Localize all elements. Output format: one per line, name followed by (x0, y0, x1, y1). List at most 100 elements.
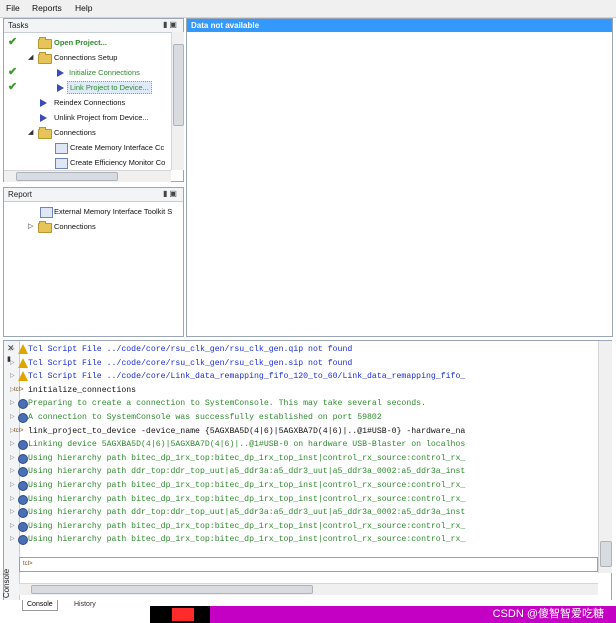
warning-icon (18, 371, 28, 382)
report-icon (55, 143, 68, 154)
console-panel: ✕ ▮ Console ▷ Tcl Script File ../code/cor… (2, 340, 612, 608)
info-icon (18, 535, 28, 546)
expand-arrow-icon[interactable]: ▷ (10, 533, 15, 546)
folder-icon (38, 37, 52, 49)
task-open-project[interactable]: Open Project... (54, 36, 107, 49)
tasks-pane-title: Tasks (8, 21, 29, 30)
expand-arrow-icon[interactable]: ◢ (28, 51, 33, 64)
task-create-efficiency-monitor[interactable]: Create Efficiency Monitor Co (70, 156, 165, 169)
bottom-bar: Console History CSDN @傻智智爱吃糖 (0, 600, 616, 623)
task-initialize-connections[interactable]: Initialize Connections (69, 66, 140, 79)
console-vertical-scrollbar[interactable] (598, 341, 612, 573)
info-icon (18, 399, 28, 410)
report-icon (55, 158, 68, 169)
menu-bar: File Reports Help (0, 0, 616, 18)
info-icon (18, 453, 28, 464)
expand-arrow-icon[interactable]: ◢ (28, 126, 33, 139)
run-icon (40, 114, 47, 122)
report-pane-title: Report (8, 190, 33, 199)
menu-reports[interactable]: Reports (32, 3, 62, 13)
report-pane-header: Report ▮▣ (4, 188, 183, 202)
run-icon (40, 99, 47, 107)
expand-arrow-icon[interactable]: ▷ (10, 370, 15, 383)
tasks-vertical-scrollbar[interactable] (171, 32, 184, 170)
red-block (172, 608, 194, 621)
pane-controls[interactable]: ▮▣ (163, 20, 179, 29)
tab-history[interactable]: History (70, 600, 100, 610)
warning-icon (18, 344, 28, 354)
info-icon (18, 440, 28, 451)
info-icon (18, 467, 28, 478)
console-line-info: Using hierarchy path bitec_dp_1rx_top:bi… (28, 535, 466, 545)
info-icon (18, 481, 28, 491)
info-icon (18, 494, 28, 505)
tasks-pane: Tasks ▮▣ ✔ Open Project... ◢ Connections… (3, 18, 184, 182)
info-icon (18, 521, 28, 532)
scroll-thumb[interactable] (31, 585, 313, 594)
menu-file[interactable]: File (6, 3, 20, 13)
folder-icon (38, 52, 52, 64)
console-line-warning: Tcl Script File ../code/core/rsu_clk_gen… (28, 345, 353, 354)
data-not-available-label: Data not available (191, 21, 260, 30)
console-line-warning: Tcl Script File ../code/core/rsu_clk_gen… (28, 358, 353, 368)
report-item-connections[interactable]: Connections (54, 220, 96, 233)
expand-arrow-icon[interactable]: ▷ (10, 465, 15, 478)
console-line-info: Using hierarchy path bitec_dp_1rx_top:bi… (28, 494, 466, 504)
console-line-info: Using hierarchy path bitec_dp_1rx_top:bi… (28, 521, 466, 531)
console-line-command: initialize_connections (28, 385, 137, 395)
info-icon (18, 413, 28, 423)
run-icon (57, 69, 64, 77)
tcl-icon: tcl> (14, 427, 24, 434)
report-pane: Report ▮▣ External Memory Interface Tool… (3, 187, 184, 337)
tasks-pane-header: Tasks ▮▣ (4, 19, 183, 33)
info-icon (18, 508, 28, 519)
console-side-label: Console (2, 568, 12, 599)
task-create-memory-interface[interactable]: Create Memory Interface Cc (70, 141, 164, 154)
tcl-prompt: tcl> (23, 561, 33, 567)
expand-arrow-icon[interactable]: ▷ (10, 493, 15, 506)
pane-controls[interactable]: ▮▣ (163, 189, 179, 198)
tab-console[interactable]: Console (22, 600, 58, 611)
menu-help[interactable]: Help (75, 3, 92, 13)
expand-arrow-icon[interactable]: ▷ (10, 438, 15, 451)
expand-arrow-icon[interactable]: ▷ (10, 479, 15, 492)
console-line-info: Using hierarchy path ddr_top:ddr_top_uut… (28, 508, 466, 518)
check-icon: ✔ (8, 81, 18, 93)
console-line-command: link_project_to_device -device_name {5AG… (28, 426, 466, 436)
folder-icon (38, 127, 52, 139)
main-panel: Data not available (186, 18, 613, 337)
report-item-emif-toolkit[interactable]: External Memory Interface Toolkit S (54, 205, 172, 218)
run-icon (57, 84, 64, 92)
main-panel-header: Data not available (187, 19, 612, 32)
expand-arrow-icon[interactable]: ▷ (28, 220, 33, 233)
expand-arrow-icon[interactable]: ▷ (10, 411, 15, 424)
expand-arrow-icon[interactable]: ▷ (10, 357, 15, 370)
check-icon: ✔ (8, 66, 18, 78)
task-unlink-project[interactable]: Unlink Project from Device... (54, 111, 149, 124)
expand-arrow-icon[interactable]: ▷ (10, 397, 15, 410)
console-horizontal-scrollbar[interactable] (19, 583, 598, 595)
console-line-info: Using hierarchy path ddr_top:ddr_top_uut… (28, 467, 466, 477)
console-line-info: Using hierarchy path bitec_dp_1rx_top:bi… (28, 481, 466, 490)
task-link-project-to-device[interactable]: Link Project to Device... (67, 81, 152, 94)
expand-arrow-icon[interactable]: ▷ (10, 452, 15, 465)
console-line-info: Linking device 5AGXBA5D(4|6)|5AGXBA7D(4|… (28, 440, 466, 450)
console-input[interactable]: tcl> (19, 557, 598, 572)
tcl-icon: tcl> (14, 386, 24, 393)
watermark-text: CSDN @傻智智爱吃糖 (492, 608, 604, 620)
check-icon: ✔ (8, 36, 18, 48)
expand-arrow-icon[interactable]: ▷ (10, 506, 15, 519)
expand-arrow-icon[interactable]: ▷ (10, 520, 15, 533)
task-reindex-connections[interactable]: Reindex Connections (54, 96, 125, 109)
scroll-thumb[interactable] (173, 44, 184, 126)
report-icon (40, 207, 53, 218)
task-connections-setup[interactable]: Connections Setup (54, 51, 117, 64)
expand-arrow-icon[interactable]: ▷ (10, 343, 15, 356)
tasks-horizontal-scrollbar[interactable] (4, 170, 171, 182)
warning-icon (18, 357, 28, 368)
scroll-thumb[interactable] (600, 541, 612, 567)
scroll-thumb[interactable] (16, 172, 118, 181)
task-connections[interactable]: Connections (54, 126, 96, 139)
console-line-info: A connection to SystemConsole was succes… (28, 413, 382, 422)
console-line-info: Preparing to create a connection to Syst… (28, 399, 426, 409)
